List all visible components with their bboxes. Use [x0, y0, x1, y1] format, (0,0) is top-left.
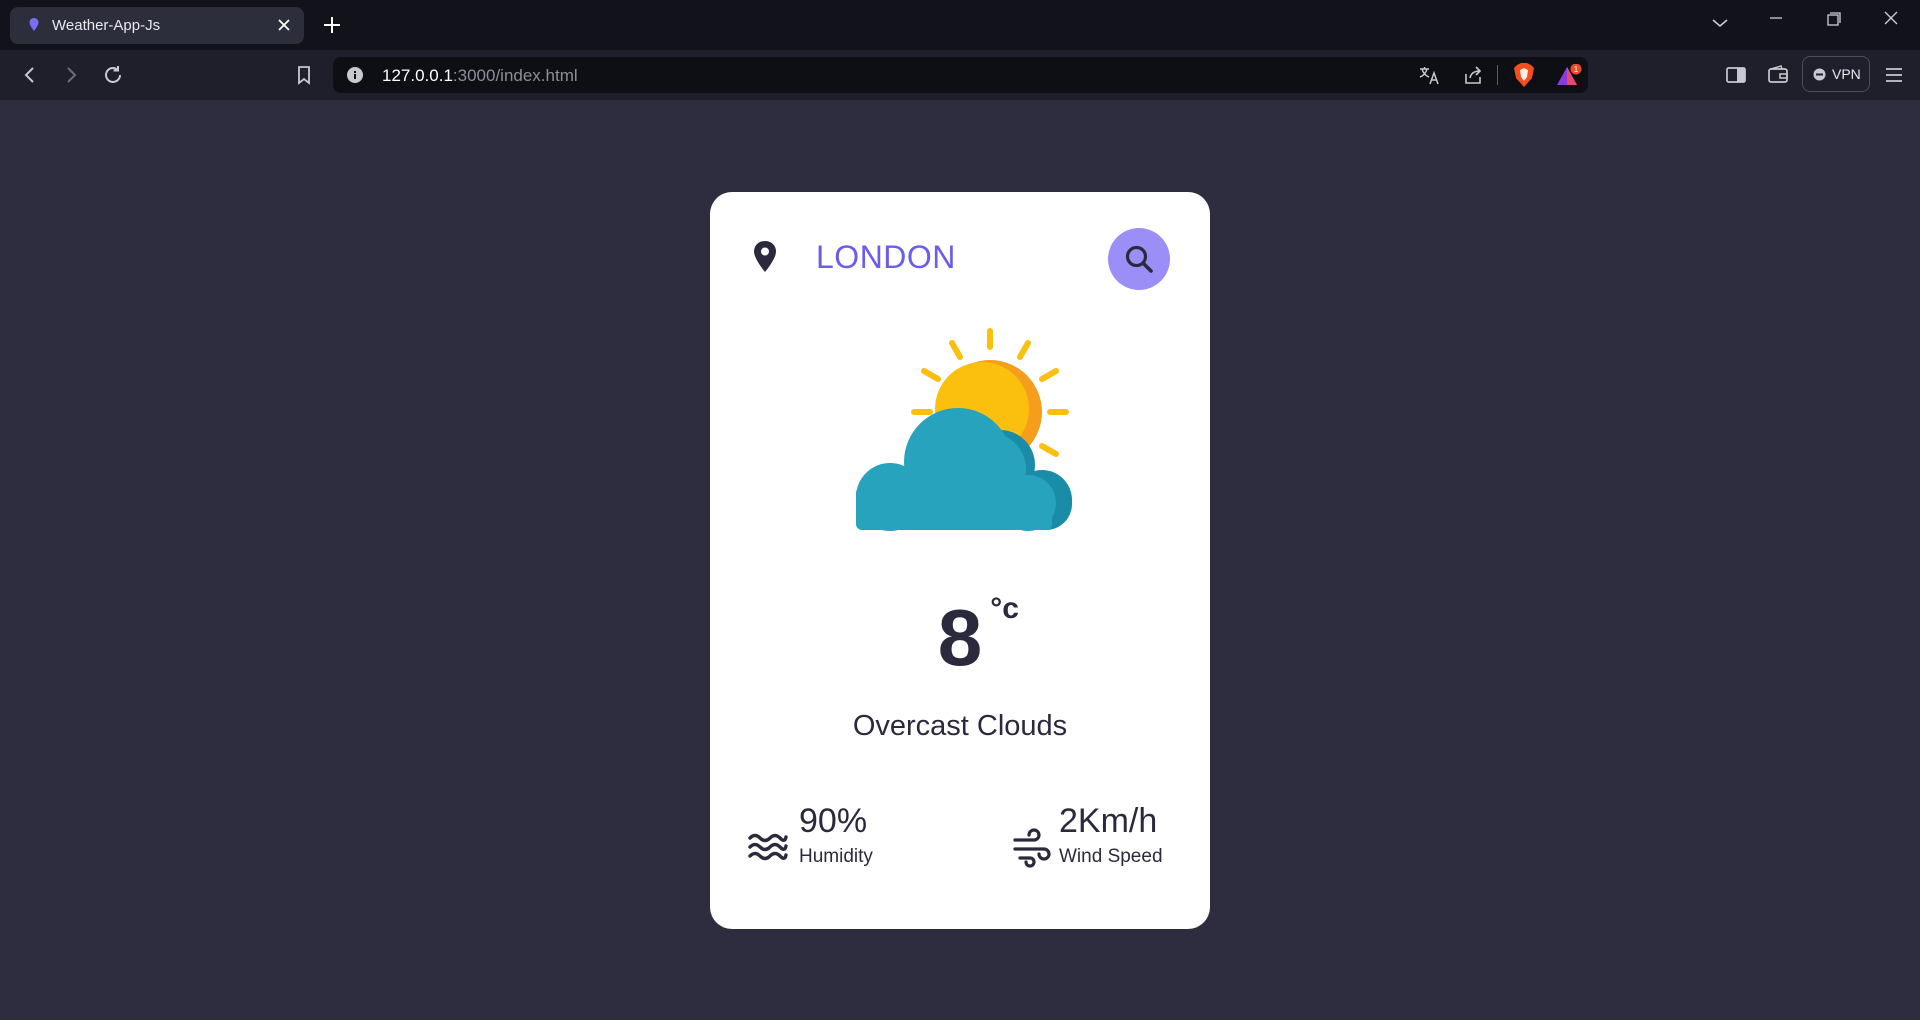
wind-speed-label: Wind Speed [1059, 846, 1163, 867]
city-name[interactable]: LONDON [816, 239, 956, 276]
back-icon[interactable] [18, 63, 42, 87]
url-divider [1497, 65, 1498, 85]
share-icon[interactable] [1462, 64, 1484, 86]
tab-search-chevron-icon[interactable] [1700, 8, 1740, 38]
sun-behind-cloud-icon [856, 328, 1072, 531]
browser-tab[interactable]: Weather-App-Js [10, 7, 304, 44]
humidity-waves-icon [748, 833, 788, 861]
weather-description: Overcast Clouds [852, 710, 1068, 742]
new-tab-icon[interactable] [320, 13, 344, 37]
humidity-value: 90% [799, 802, 868, 840]
translate-icon[interactable] [1418, 64, 1440, 86]
forward-icon[interactable] [59, 63, 83, 87]
page-viewport: LONDON 8 °c Overcast Clouds 90% Humidity… [0, 100, 1920, 1020]
url-text: 127.0.0.1:3000/index.html [382, 66, 578, 86]
pin-favicon-icon [29, 18, 39, 31]
wind-icon [1013, 828, 1051, 868]
close-tab-icon[interactable] [274, 15, 294, 35]
location-pin-icon [754, 241, 776, 272]
url-host: 127.0.0.1 [382, 66, 453, 85]
temperature-unit: °c [990, 592, 1019, 625]
sidebar-toggle-icon[interactable] [1724, 63, 1748, 87]
wind-speed-value: 2Km/h [1059, 802, 1158, 840]
wallet-icon[interactable] [1766, 63, 1790, 87]
vpn-status-icon [1813, 68, 1826, 81]
url-path: :3000/index.html [452, 66, 578, 85]
brave-shields-icon[interactable] [1512, 62, 1536, 88]
tab-title: Weather-App-Js [52, 17, 161, 34]
search-button[interactable] [1108, 228, 1170, 290]
vpn-label: VPN [1832, 66, 1861, 82]
bookmark-icon[interactable] [292, 63, 316, 87]
humidity-label: Humidity [799, 846, 873, 867]
browser-tab-strip: Weather-App-Js [0, 0, 1920, 50]
restore-icon[interactable] [1813, 8, 1853, 38]
address-bar[interactable]: 127.0.0.1:3000/index.html 1 [333, 57, 1588, 93]
site-info-icon[interactable] [346, 66, 364, 84]
temperature-display: 8 °c [710, 592, 1210, 684]
close-window-icon[interactable] [1871, 8, 1911, 38]
temperature-value: 8 [937, 593, 983, 682]
reload-icon[interactable] [101, 63, 125, 87]
vpn-button[interactable]: VPN [1802, 56, 1870, 92]
rewards-badge-count: 1 [1574, 65, 1579, 74]
search-icon [1125, 245, 1153, 273]
browser-toolbar: 127.0.0.1:3000/index.html 1 VPN [0, 50, 1920, 100]
brave-rewards-icon[interactable]: 1 [1555, 64, 1583, 88]
minimize-icon[interactable] [1756, 8, 1796, 38]
menu-icon[interactable] [1882, 63, 1906, 87]
weather-card: LONDON 8 °c Overcast Clouds 90% Humidity… [710, 192, 1210, 929]
